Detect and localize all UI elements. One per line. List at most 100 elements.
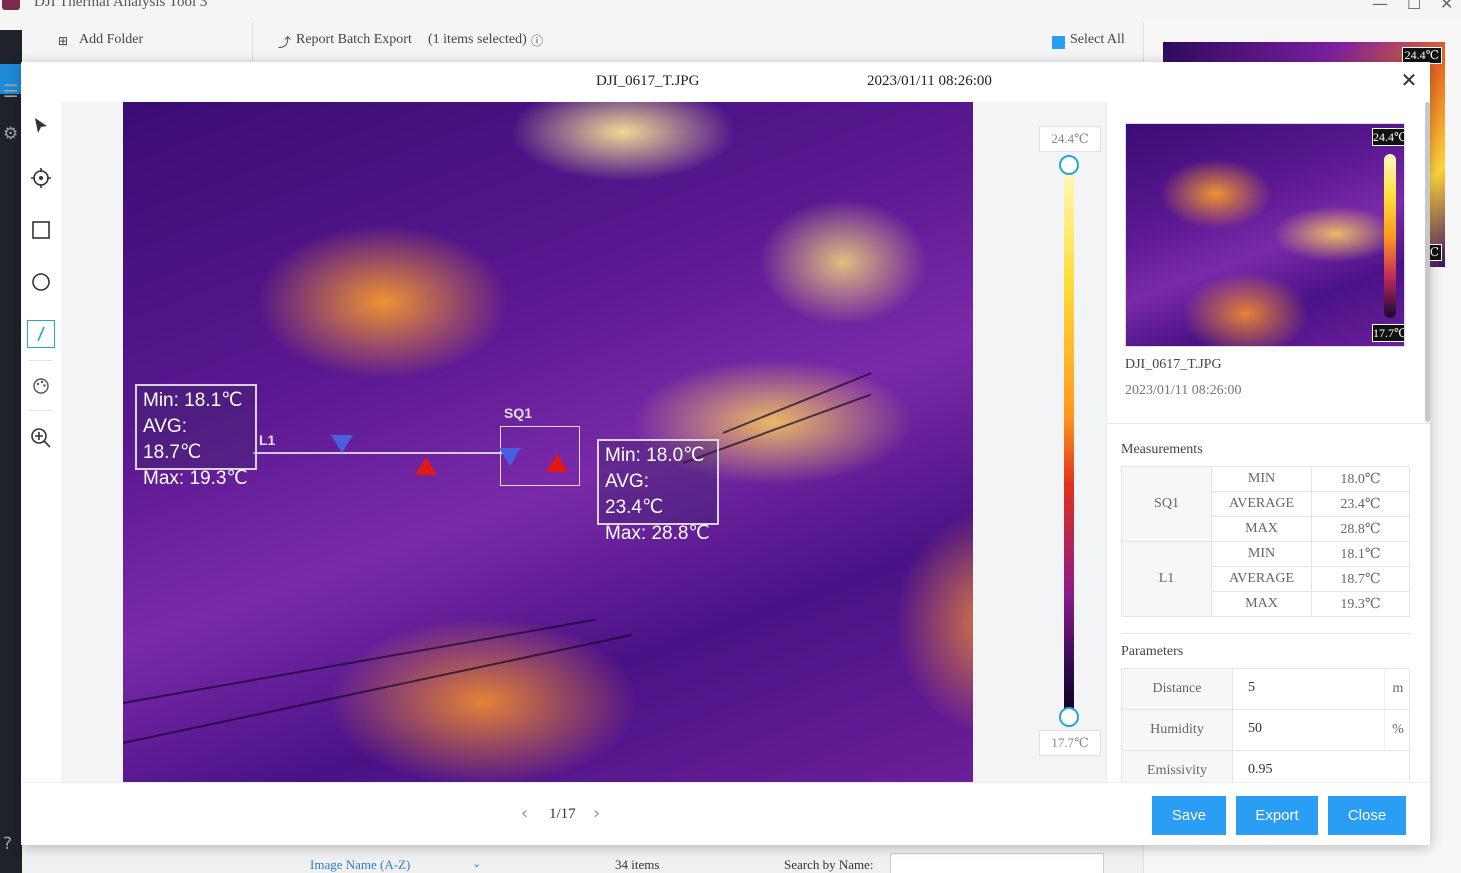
preview-max-label: 24.4℃ — [1372, 128, 1405, 146]
chevron-down-icon[interactable]: ⌄ — [472, 857, 481, 870]
metric-value: 19.3℃ — [1311, 591, 1410, 617]
table-row: L1 MIN 18.1℃ — [1121, 541, 1410, 617]
metric-value: 18.7℃ — [1311, 566, 1410, 592]
sq1-avg: AVG: 23.4℃ — [605, 471, 664, 518]
tool-separator — [29, 410, 53, 411]
gear-icon[interactable]: ⚙ — [3, 124, 18, 144]
app-logo-icon — [2, 0, 20, 10]
image-viewer-modal: DJI_0617_T.JPG 2023/01/11 08:26:00 ✕ L1 … — [21, 62, 1430, 845]
measurement-toolbar — [21, 102, 61, 782]
report-batch-export-button[interactable]: Report Batch Export — [296, 32, 412, 48]
app-title: DJI Thermal Analysis Tool 3 — [34, 0, 208, 10]
rectangle-icon[interactable] — [27, 216, 55, 244]
parameter-name: Distance — [1122, 669, 1233, 709]
background-bottom-bar: Image Name (A-Z) ⌄ 34 items Search by Na… — [258, 848, 1138, 873]
scale-min-label[interactable]: 17.7℃ — [1039, 730, 1101, 756]
thermal-image[interactable]: L1 Min: 18.1℃ AVG: 18.7℃ Max: 19.3℃ SQ1 … — [123, 102, 973, 782]
item-count: 34 items — [615, 857, 660, 872]
measurements-title: Measurements — [1121, 442, 1203, 457]
l1-max: Max: 19.3℃ — [143, 468, 248, 489]
metric-value: 18.1℃ — [1311, 541, 1410, 567]
preview-filename: DJI_0617_T.JPG — [1125, 357, 1222, 372]
temperature-scale-bar — [1064, 165, 1074, 717]
metric-value: 18.0℃ — [1311, 466, 1410, 492]
metric-name: MIN — [1211, 466, 1312, 492]
parameter-unit: m — [1384, 669, 1411, 709]
circle-icon[interactable] — [27, 268, 55, 296]
preview-datetime: 2023/01/11 08:26:00 — [1125, 383, 1242, 398]
info-icon: ⓘ — [531, 34, 544, 48]
scale-min-handle[interactable] — [1059, 707, 1079, 727]
tool-separator — [29, 360, 53, 361]
l1-min: Min: 18.1℃ — [143, 390, 243, 411]
parameter-unit: % — [1384, 710, 1411, 750]
pointer-icon[interactable] — [27, 112, 55, 140]
parameter-row-humidity: Humidity 50 % — [1121, 709, 1410, 750]
add-folder-button[interactable]: Add Folder — [79, 32, 143, 48]
metric-name: AVERAGE — [1211, 566, 1312, 592]
close-icon[interactable]: ✕ — [1397, 68, 1421, 92]
palette-icon[interactable] — [27, 372, 55, 400]
maximize-button[interactable]: ☐ — [1407, 0, 1421, 13]
panel-scrollbar[interactable] — [1425, 102, 1430, 422]
line-icon[interactable] — [27, 320, 55, 348]
parameter-row-distance: Distance 5 m — [1121, 668, 1410, 709]
preview-thumbnail: 24.4℃ 17.7℃ — [1125, 123, 1405, 347]
close-button[interactable]: Close — [1328, 796, 1406, 835]
l1-stats-box[interactable]: Min: 18.1℃ AVG: 18.7℃ Max: 19.3℃ — [135, 384, 257, 489]
measurements-table: SQ1 MIN 18.0℃ AVERAGE 23.4℃ MAX 28.8℃ L1… — [1121, 466, 1410, 617]
list-icon[interactable]: ☰ — [3, 82, 18, 102]
preview-scale-bar — [1384, 154, 1396, 318]
export-icon: ⤴ — [278, 36, 292, 51]
spot-meter-icon[interactable] — [27, 164, 55, 192]
l1-measure-line[interactable] — [253, 452, 503, 454]
panel-divider — [1106, 102, 1107, 782]
save-button[interactable]: Save — [1152, 796, 1226, 835]
select-all-checkbox[interactable] — [1052, 36, 1065, 49]
select-all-label[interactable]: Select All — [1070, 32, 1125, 48]
l1-label: L1 — [259, 432, 276, 448]
l1-max-marker — [415, 457, 437, 475]
parameter-row-emissivity: Emissivity 0.95 — [1121, 750, 1410, 782]
previous-image-button[interactable]: ‹ — [521, 803, 528, 824]
parameter-name: Emissivity — [1122, 751, 1233, 782]
folder-plus-icon: ⊞ — [58, 34, 69, 48]
metric-name: AVERAGE — [1211, 491, 1312, 517]
sort-dropdown[interactable]: Image Name (A-Z) — [310, 857, 410, 873]
sq1-stats-box[interactable]: Min: 18.0℃ AVG: 23.4℃ Max: 28.8℃ — [597, 439, 719, 544]
metric-name: MIN — [1211, 541, 1312, 567]
search-label: Search by Name: — [784, 857, 874, 872]
humidity-input[interactable]: 50 — [1248, 721, 1262, 737]
preview-min-label: 17.7℃ — [1372, 324, 1405, 342]
modal-footer: ‹ 1/17 › Save Export Close — [21, 782, 1430, 845]
distance-input[interactable]: 5 — [1248, 680, 1255, 696]
panel-separator — [1106, 423, 1430, 424]
selection-info: (1 items selected) — [428, 32, 527, 47]
scale-max-handle[interactable] — [1059, 155, 1079, 175]
metric-value: 23.4℃ — [1311, 491, 1410, 517]
l1-avg: AVG: 18.7℃ — [143, 416, 202, 463]
next-image-button[interactable]: › — [593, 803, 600, 824]
minimize-button[interactable]: — — [1372, 0, 1388, 13]
group-cell: L1 — [1121, 541, 1212, 617]
metric-value: 28.8℃ — [1311, 516, 1410, 542]
modal-filename: DJI_0617_T.JPG — [596, 73, 700, 89]
zoom-in-icon[interactable] — [27, 424, 55, 452]
sq1-label: SQ1 — [504, 405, 533, 421]
export-button[interactable]: Export — [1236, 796, 1318, 835]
group-cell: SQ1 — [1121, 466, 1212, 542]
l1-min-marker — [331, 435, 353, 453]
parameters-title: Parameters — [1121, 644, 1184, 659]
sq1-min-marker — [499, 448, 521, 466]
left-rail: ☰ ⚙ ? — [0, 30, 26, 873]
background-toolbar: ⊞ Add Folder ⤴ Report Batch Export (1 it… — [40, 28, 1140, 58]
window-close-button[interactable]: ✕ — [1440, 0, 1453, 13]
help-icon[interactable]: ? — [3, 834, 12, 854]
search-input[interactable] — [890, 853, 1104, 873]
emissivity-input[interactable]: 0.95 — [1248, 762, 1273, 778]
modal-datetime: 2023/01/11 08:26:00 — [867, 73, 992, 89]
scale-max-label[interactable]: 24.4℃ — [1039, 126, 1101, 152]
parameter-name: Humidity — [1122, 710, 1233, 750]
table-row: SQ1 MIN 18.0℃ — [1121, 466, 1410, 542]
page-indicator: 1/17 — [549, 806, 576, 822]
